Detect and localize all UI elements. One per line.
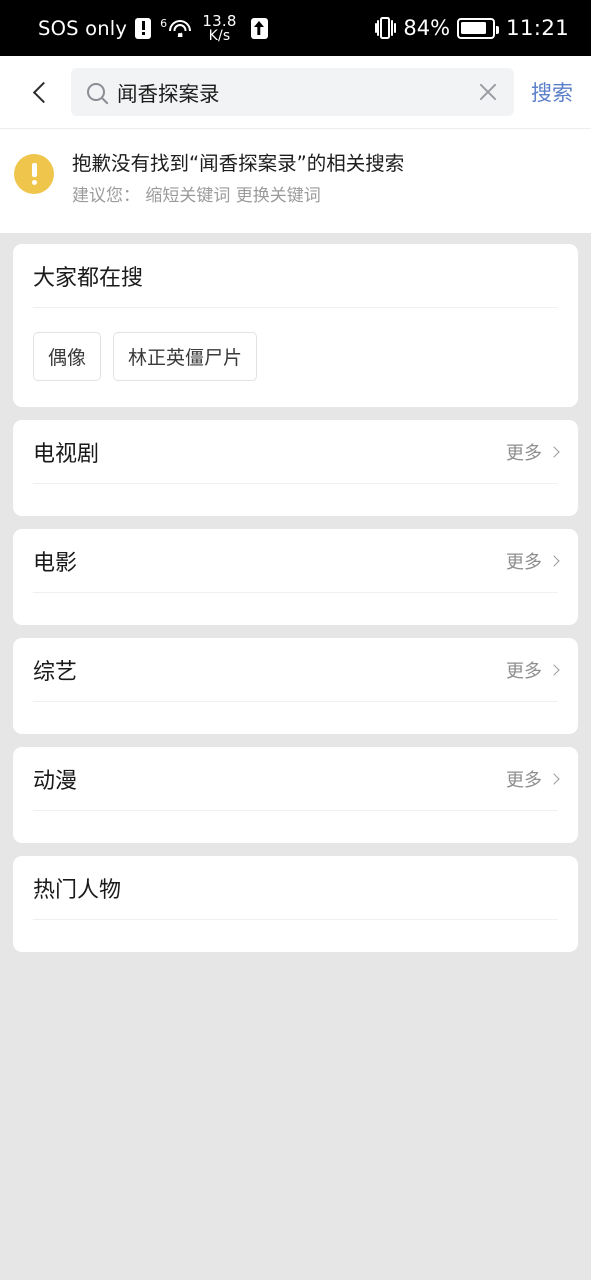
card-body [33, 811, 558, 843]
search-icon [87, 83, 105, 101]
chevron-right-icon [548, 555, 560, 567]
hot-search-tag[interactable]: 林正英僵尸片 [113, 332, 258, 382]
status-bar-right: 84% 11:21 [374, 16, 569, 41]
search-submit-button[interactable]: 搜索 [531, 77, 573, 107]
wifi-icon: 6 [160, 18, 191, 38]
card-body [33, 702, 558, 734]
no-result-title: 抱歉没有找到“闻香探案录”的相关搜索 [72, 152, 405, 175]
more-label: 更多 [506, 660, 542, 682]
chevron-left-icon [32, 81, 55, 103]
card-header: 动漫 更多 [33, 747, 560, 810]
suggestions-scroll-area[interactable]: 大家都在搜 偶像 林正英僵尸片 电视剧 更多 电影 更多 综艺 更多 动漫 更多… [0, 233, 591, 953]
carrier-label: SOS only [38, 16, 128, 40]
back-button[interactable] [20, 71, 62, 113]
card-header: 电视剧 更多 [33, 420, 560, 483]
more-button[interactable]: 更多 [506, 439, 560, 465]
vibrate-icon [374, 16, 396, 40]
card-category-popular-people: 热门人物 [13, 856, 578, 953]
card-title: 热门人物 [33, 877, 122, 903]
more-button[interactable]: 更多 [506, 548, 560, 574]
more-label: 更多 [506, 769, 542, 791]
more-button[interactable]: 更多 [506, 657, 560, 683]
card-body [33, 920, 558, 952]
card-header-hot-searches: 大家都在搜 [33, 244, 558, 307]
card-header: 热门人物 [33, 856, 558, 919]
status-bar: SOS only 6 13.8 K/s 84% 11:21 [0, 0, 591, 56]
no-result-notice-body: 抱歉没有找到“闻香探案录”的相关搜索 建议您： 缩短关键词 更换关键词 [72, 151, 404, 207]
card-category-movies: 电影 更多 [13, 529, 578, 626]
no-result-notice: 抱歉没有找到“闻香探案录”的相关搜索 建议您： 缩短关键词 更换关键词 [0, 129, 591, 234]
card-category-variety: 综艺 更多 [13, 638, 578, 735]
hot-search-tag-list: 偶像 林正英僵尸片 [33, 308, 558, 407]
network-speed: 13.8 K/s [202, 11, 237, 44]
search-header: 闻香探案录 搜索 [0, 56, 591, 129]
wifi-generation-label: 6 [160, 17, 168, 30]
status-bar-left: SOS only 6 13.8 K/s [38, 11, 374, 44]
card-title: 电影 [33, 550, 78, 576]
search-input[interactable]: 闻香探案录 [71, 68, 514, 116]
more-label: 更多 [506, 442, 542, 464]
battery-icon [457, 17, 499, 39]
clock-label: 11:21 [506, 15, 569, 41]
card-title: 综艺 [33, 659, 78, 685]
chevron-right-icon [548, 446, 560, 458]
no-result-suggestion: 建议您： 缩短关键词 更换关键词 [72, 186, 321, 207]
more-label: 更多 [506, 551, 542, 573]
card-header: 电影 更多 [33, 529, 560, 592]
upload-square-icon [250, 17, 268, 39]
card-hot-searches: 大家都在搜 偶像 林正英僵尸片 [13, 244, 578, 408]
card-category-tv-series: 电视剧 更多 [13, 420, 578, 517]
alert-square-icon [135, 17, 152, 39]
card-title: 电视剧 [33, 441, 100, 467]
chevron-right-icon [548, 664, 560, 676]
card-category-anime: 动漫 更多 [13, 747, 578, 844]
warning-exclamation-icon [14, 154, 54, 194]
hot-search-tag[interactable]: 偶像 [33, 332, 102, 382]
card-title: 动漫 [33, 768, 78, 794]
search-query-text[interactable]: 闻香探案录 [117, 77, 475, 107]
card-body [33, 484, 558, 516]
clear-search-icon[interactable] [475, 79, 501, 105]
network-speed-value: 13.8 [202, 11, 237, 30]
chevron-right-icon [548, 773, 560, 785]
card-title: 大家都在搜 [33, 265, 144, 291]
battery-percent-label: 84% [403, 16, 451, 40]
card-body [33, 593, 558, 625]
card-header: 综艺 更多 [33, 638, 560, 701]
wifi-signal-glyph [168, 19, 191, 38]
network-speed-unit: K/s [208, 27, 231, 44]
more-button[interactable]: 更多 [506, 766, 560, 792]
